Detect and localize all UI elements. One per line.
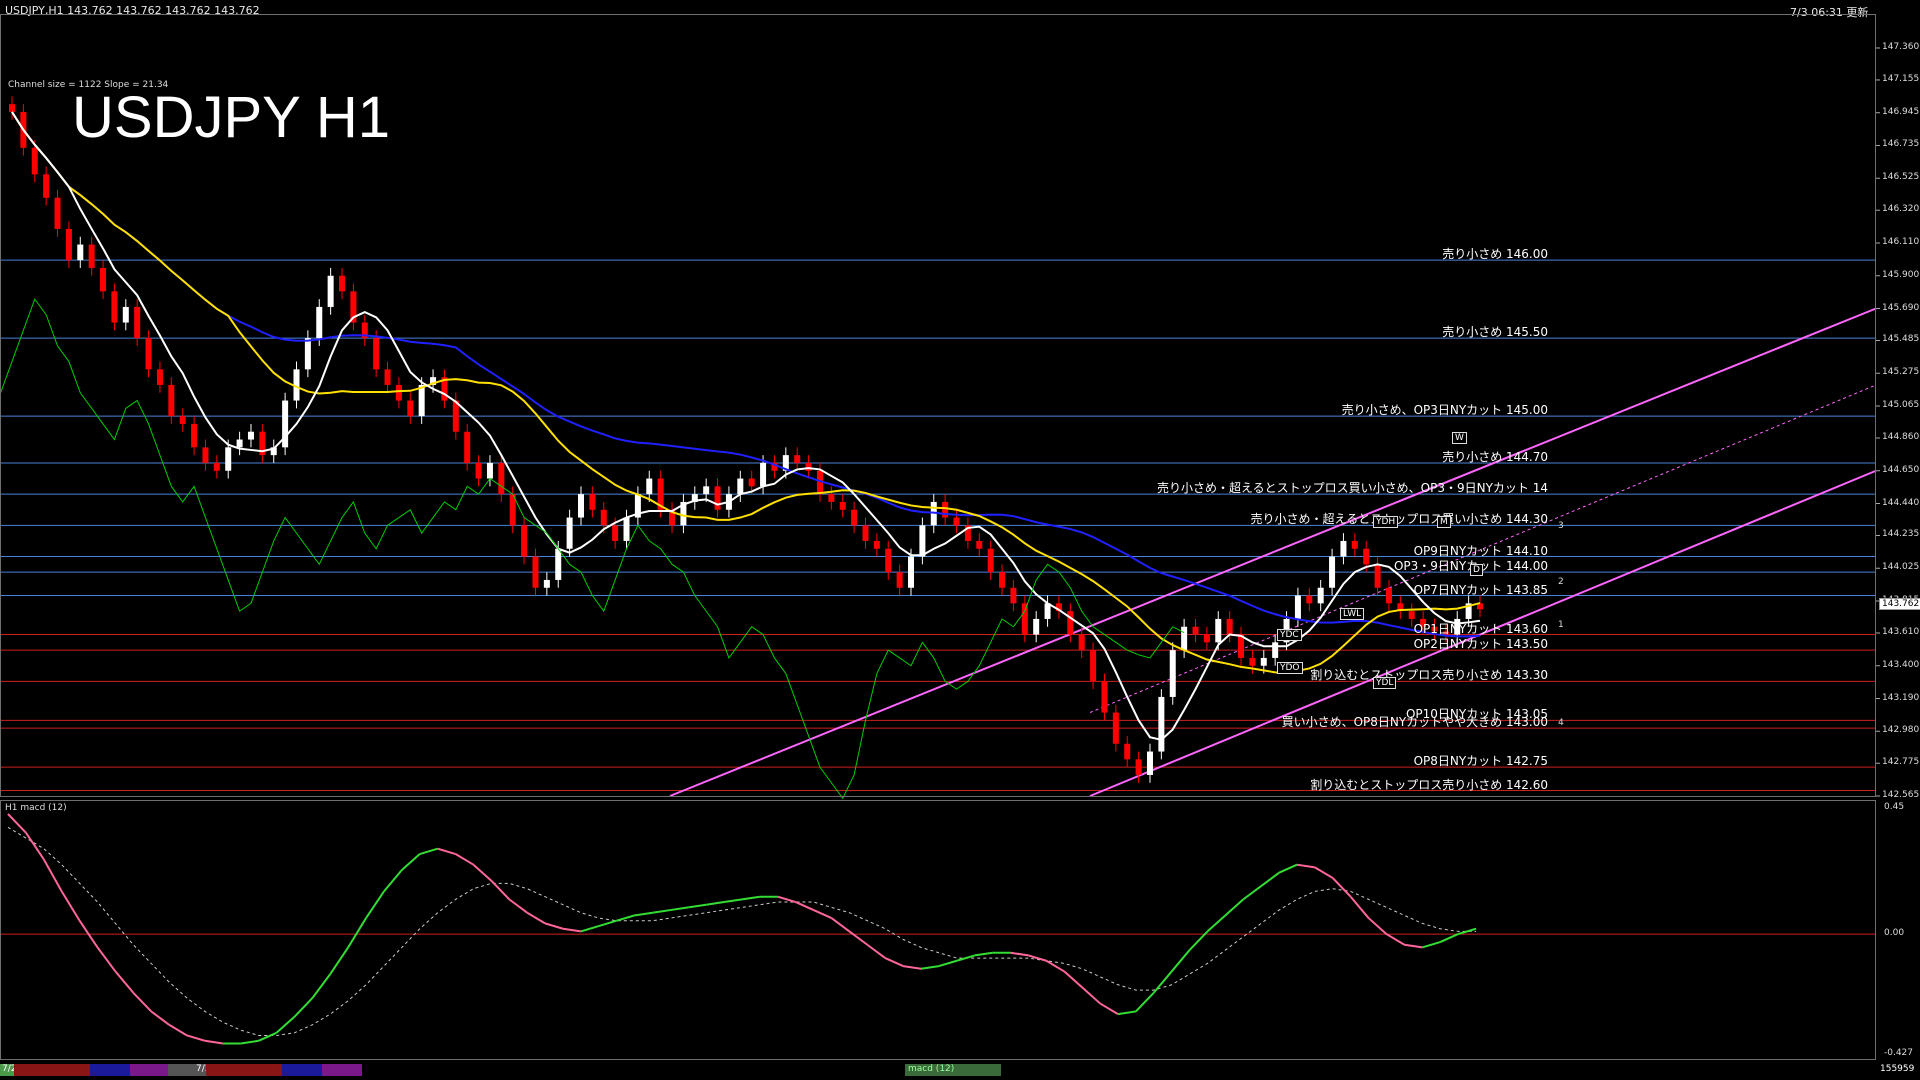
price-tick-label: 146.945: [1882, 106, 1920, 117]
price-tick-label: 145.900: [1882, 269, 1920, 280]
hour-block-2: [90, 1064, 130, 1076]
price-tick-label: 143.400: [1882, 659, 1920, 670]
price-tick-label: 143.610: [1882, 626, 1920, 637]
price-panel-border: [0, 14, 1876, 797]
price-tick-label: 144.860: [1882, 431, 1920, 442]
price-tick-label: 147.155: [1882, 73, 1920, 84]
price-tick-label: 146.110: [1882, 236, 1920, 247]
price-tick-label: 143.190: [1882, 692, 1920, 703]
price-tick-label: 145.065: [1882, 400, 1920, 410]
macd-tick-zero: 0.00: [1884, 928, 1905, 938]
bottom-right-value: 155959: [1880, 1064, 1915, 1074]
hour-block-5: [282, 1064, 322, 1076]
price-tick-label: 144.440: [1882, 497, 1920, 508]
price-tick-label: 146.320: [1882, 204, 1920, 215]
price-tick-label: 145.275: [1882, 367, 1920, 378]
macd-tab-label: macd (12): [908, 1064, 955, 1074]
price-tick-label: 147.360: [1882, 41, 1920, 52]
price-tick-label: 146.735: [1882, 139, 1920, 150]
price-tick-label: 145.485: [1882, 334, 1920, 345]
price-tick-label: 142.775: [1882, 757, 1920, 768]
macd-tick-top: 0.45: [1884, 802, 1905, 812]
price-tick-label: 144.235: [1882, 529, 1920, 540]
price-tick-label: 146.525: [1882, 172, 1920, 183]
price-tick-label: 142.565: [1882, 790, 1920, 800]
macd-tick-bottom: -0.427: [1884, 1048, 1914, 1058]
hour-block-1: [14, 1064, 90, 1076]
hour-block-3: [130, 1064, 168, 1076]
price-tick-label: 144.650: [1882, 464, 1920, 475]
chart-window: USDJPY,H1 143.762 143.762 143.762 143.76…: [0, 0, 1920, 1080]
macd-panel-border: [0, 800, 1876, 1060]
price-tick-label: 144.025: [1882, 562, 1920, 573]
price-tick-label: 142.980: [1882, 725, 1920, 736]
price-tick-label: 145.690: [1882, 302, 1920, 313]
hour-block-6: [322, 1064, 362, 1076]
current-price-badge: 143.762: [1879, 598, 1920, 610]
hour-block-4: [206, 1064, 282, 1076]
